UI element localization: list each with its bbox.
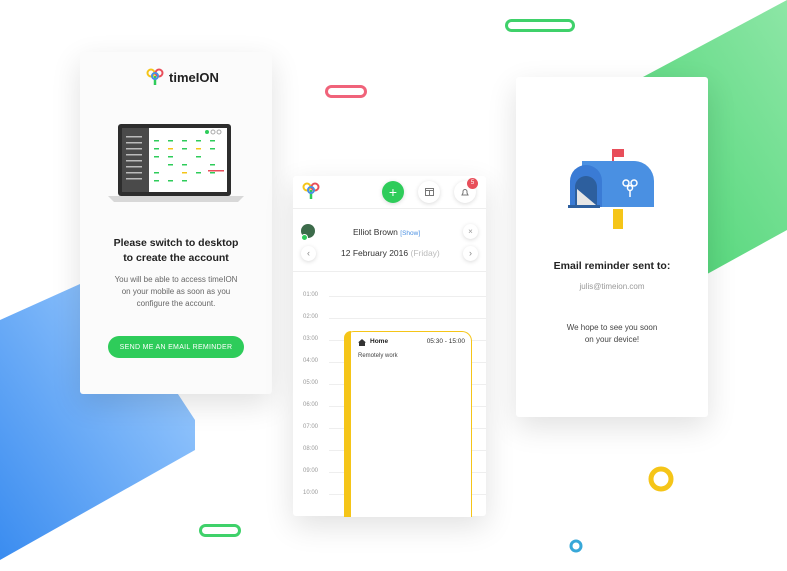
desktop-required-panel: timeION Please switch to desktop to crea… xyxy=(80,52,272,394)
timeion-logo: timeION xyxy=(145,67,219,87)
bell-icon xyxy=(461,188,469,195)
event-title: Home xyxy=(370,338,389,345)
email-sent-panel: Email reminder sent to: julis@timeion.co… xyxy=(516,77,708,417)
event-card[interactable]: Home 05:30 - 15:00 Remotely work xyxy=(344,331,472,517)
hour-label: 02:00 xyxy=(303,314,319,320)
send-email-reminder-button[interactable]: SEND ME AN EMAIL REMINDER xyxy=(108,336,244,358)
yellow-ring-decoration xyxy=(648,466,674,492)
calendar-icon xyxy=(424,188,434,196)
recipient-email: julis@timeion.com xyxy=(579,282,645,291)
close-icon: × xyxy=(468,226,473,236)
previous-day-button[interactable]: ‹ xyxy=(301,246,316,261)
message-line-2: on your device! xyxy=(584,335,640,344)
green-pill-decoration xyxy=(505,19,575,32)
teal-ring-decoration xyxy=(569,539,583,553)
mailbox-illustration xyxy=(568,149,654,229)
timeion-logo-icon-small[interactable] xyxy=(301,181,321,201)
event-note: Remotely work xyxy=(358,353,398,359)
event-time: 05:30 - 15:00 xyxy=(426,338,465,345)
chevron-left-icon: ‹ xyxy=(307,248,310,258)
hour-label: 08:00 xyxy=(303,446,319,452)
hour-gridline xyxy=(329,318,486,319)
heading-line-2: to create the account xyxy=(123,252,229,264)
user-name: Elliot Brown xyxy=(353,227,398,237)
notifications-button[interactable]: 5 xyxy=(454,178,478,203)
calendar-view-button[interactable] xyxy=(418,181,440,203)
next-day-button[interactable]: › xyxy=(463,246,478,261)
laptop-illustration xyxy=(108,124,244,202)
weekday-label: (Friday) xyxy=(410,248,440,258)
hour-label: 04:00 xyxy=(303,358,319,364)
hour-label: 07:00 xyxy=(303,424,319,430)
green-pill-decoration-bottom xyxy=(199,524,241,537)
show-link[interactable]: [Show] xyxy=(400,230,420,237)
hour-label: 05:00 xyxy=(303,380,319,386)
notification-badge: 5 xyxy=(467,178,478,189)
plus-icon: + xyxy=(388,184,398,200)
hour-label: 09:00 xyxy=(303,468,319,474)
home-icon xyxy=(358,339,366,346)
logo-text: timeION xyxy=(169,69,219,85)
close-user-button[interactable]: × xyxy=(463,224,478,239)
mobile-calendar-panel: + 5 Elliot Brown [Show] × ‹ 12 February … xyxy=(293,176,486,517)
add-button[interactable]: + xyxy=(382,181,404,203)
hour-label: 03:00 xyxy=(303,336,319,342)
body-line-2: on your mobile as soon as you xyxy=(121,287,231,296)
body-line-3: configure the account. xyxy=(136,299,216,308)
hour-gridline xyxy=(329,296,486,297)
date-label: 12 February 2016 xyxy=(341,248,409,258)
hour-label: 10:00 xyxy=(303,490,319,496)
hour-label: 01:00 xyxy=(303,292,319,298)
email-sent-heading: Email reminder sent to: xyxy=(553,260,671,272)
timeion-logo-icon xyxy=(146,68,164,85)
message-line-1: We hope to see you soon xyxy=(566,323,658,332)
chevron-right-icon: › xyxy=(469,248,472,258)
heading-line-1: Please switch to desktop xyxy=(113,237,239,249)
hour-label: 06:00 xyxy=(303,402,319,408)
event-color-bar xyxy=(344,331,351,517)
online-status-dot xyxy=(301,234,308,241)
body-line-1: You will be able to access timeION xyxy=(114,275,238,284)
pink-pill-decoration xyxy=(325,85,367,98)
